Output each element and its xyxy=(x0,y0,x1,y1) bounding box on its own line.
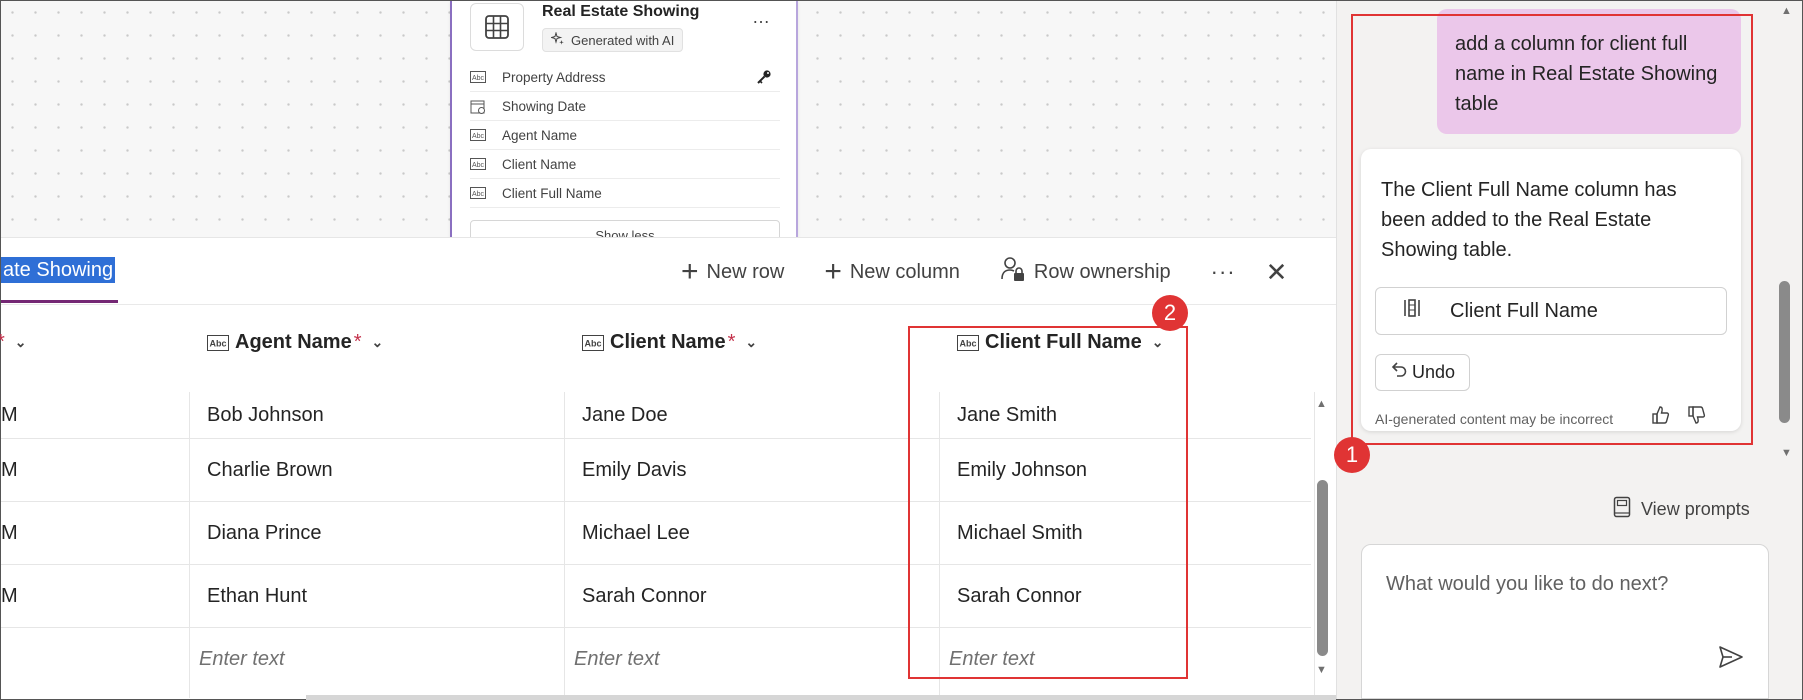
text-field-icon: Abc xyxy=(470,187,488,199)
text-field-icon: Abc xyxy=(470,71,488,83)
first-column-header-edge[interactable]: * ⌄ xyxy=(0,331,27,354)
table-icon xyxy=(470,3,524,51)
required-marker: * xyxy=(353,331,362,353)
prompt-book-icon xyxy=(1613,496,1631,523)
scroll-up-icon[interactable]: ▲ xyxy=(1781,5,1792,17)
required-marker: * xyxy=(727,331,736,353)
svg-text:Abc: Abc xyxy=(210,338,227,348)
entity-title: Real Estate Showing xyxy=(542,3,700,20)
table-data-panel: ate Showing + New row + New column Row o… xyxy=(0,237,1336,700)
text-field-icon: Abc xyxy=(470,158,488,170)
field-row[interactable]: Abc Client Full Name xyxy=(470,179,780,208)
field-label: Client Name xyxy=(502,156,577,172)
table-cell[interactable]: Bob Johnson xyxy=(207,392,324,438)
person-lock-icon xyxy=(1000,256,1026,288)
table-cell[interactable]: Michael Lee xyxy=(582,502,690,564)
table-cell[interactable]: Diana Prince xyxy=(207,502,322,564)
enter-text-input[interactable]: Enter text xyxy=(574,628,660,691)
chevron-down-icon[interactable]: ⌄ xyxy=(745,334,757,351)
compose-box xyxy=(1361,544,1769,699)
toolbar-divider xyxy=(1,304,1336,305)
generated-ai-badge: Generated with AI xyxy=(542,28,684,52)
tab-real-estate-showing[interactable]: ate Showing xyxy=(1,257,116,283)
table-cell[interactable]: Emily Davis xyxy=(582,439,686,501)
scroll-thumb[interactable] xyxy=(1317,480,1328,656)
column-header-agent-name[interactable]: Abc Agent Name * ⌄ xyxy=(207,331,383,354)
enter-text-input[interactable]: Enter text xyxy=(199,628,285,691)
table-cell[interactable]: M xyxy=(1,502,18,564)
plus-icon: + xyxy=(824,255,842,288)
annotation-badge-2: 2 xyxy=(1152,295,1188,331)
svg-text:Abc: Abc xyxy=(585,338,602,348)
diagram-canvas[interactable]: Real Estate Showing … Generated with AI … xyxy=(1,1,1336,250)
badge-label: Generated with AI xyxy=(571,32,675,48)
send-icon[interactable] xyxy=(1718,645,1744,674)
column-header-label: Client Name xyxy=(610,331,726,353)
table-cell[interactable]: Sarah Connor xyxy=(582,565,707,627)
field-row[interactable]: Abc Client Name xyxy=(470,150,780,179)
svg-text:Abc: Abc xyxy=(472,133,485,140)
entity-card[interactable]: Real Estate Showing … Generated with AI … xyxy=(450,1,798,250)
prompt-input[interactable] xyxy=(1386,573,1726,596)
text-field-icon: Abc xyxy=(582,334,604,351)
view-prompts-button[interactable]: View prompts xyxy=(1613,496,1750,523)
scroll-down-icon[interactable]: ▼ xyxy=(1781,447,1792,459)
new-row-label: New row xyxy=(706,260,785,283)
sparkle-icon xyxy=(549,30,565,49)
new-column-button[interactable]: + New column xyxy=(824,255,960,288)
key-icon xyxy=(756,69,772,88)
pane-scrollbar[interactable]: ▲ ▼ xyxy=(1769,1,1801,471)
plus-icon: + xyxy=(681,255,699,288)
entity-more-button[interactable]: … xyxy=(752,7,771,28)
field-row[interactable]: Abc Agent Name xyxy=(470,121,780,150)
date-field-icon xyxy=(470,99,488,114)
field-label: Agent Name xyxy=(502,127,578,143)
field-label: Client Full Name xyxy=(502,185,602,201)
active-tab-indicator xyxy=(1,300,118,303)
chevron-down-icon[interactable]: ⌄ xyxy=(372,334,384,351)
row-ownership-button[interactable]: Row ownership xyxy=(1000,256,1171,288)
column-header-client-name[interactable]: Abc Client Name * ⌄ xyxy=(582,331,757,354)
text-field-icon: Abc xyxy=(207,334,229,351)
annotation-badge-1: 1 xyxy=(1334,437,1370,473)
highlight-box-column xyxy=(908,326,1188,679)
field-label: Property Address xyxy=(502,69,606,85)
table-cell[interactable]: M xyxy=(1,439,18,501)
table-cell[interactable]: Ethan Hunt xyxy=(207,565,307,627)
required-marker: * xyxy=(0,331,5,354)
scroll-up-icon[interactable]: ▲ xyxy=(1316,398,1327,410)
svg-text:Abc: Abc xyxy=(472,191,485,198)
close-icon[interactable]: ✕ xyxy=(1266,257,1288,288)
table-cell[interactable]: Jane Doe xyxy=(582,392,668,438)
svg-text:Abc: Abc xyxy=(472,75,485,82)
table-cell[interactable]: M xyxy=(1,392,18,438)
table-cell[interactable]: M xyxy=(1,565,18,627)
entity-field-list: Abc Property Address Showing Date Abc Ag… xyxy=(470,63,780,208)
more-options-icon[interactable]: ··· xyxy=(1211,259,1236,285)
scroll-thumb[interactable] xyxy=(1779,281,1790,423)
view-prompts-label: View prompts xyxy=(1641,499,1750,519)
new-row-button[interactable]: + New row xyxy=(681,255,785,288)
horizontal-scrollbar[interactable] xyxy=(306,695,1336,700)
table-toolbar: + New row + New column Row ownership ···… xyxy=(681,255,1287,289)
row-ownership-label: Row ownership xyxy=(1033,260,1171,283)
chevron-down-icon: ⌄ xyxy=(14,334,27,350)
field-label: Showing Date xyxy=(502,98,587,114)
text-field-icon: Abc xyxy=(470,129,488,141)
highlight-box-response xyxy=(1351,14,1753,445)
grid-scrollbar[interactable]: ▲ ▼ xyxy=(1313,398,1331,678)
svg-text:Abc: Abc xyxy=(472,162,485,169)
new-column-label: New column xyxy=(849,260,960,283)
field-row[interactable]: Abc Property Address xyxy=(470,63,780,92)
scroll-down-icon[interactable]: ▼ xyxy=(1316,664,1327,676)
column-header-label: Agent Name xyxy=(235,331,352,353)
table-cell[interactable]: Charlie Brown xyxy=(207,439,333,501)
field-row[interactable]: Showing Date xyxy=(470,92,780,121)
